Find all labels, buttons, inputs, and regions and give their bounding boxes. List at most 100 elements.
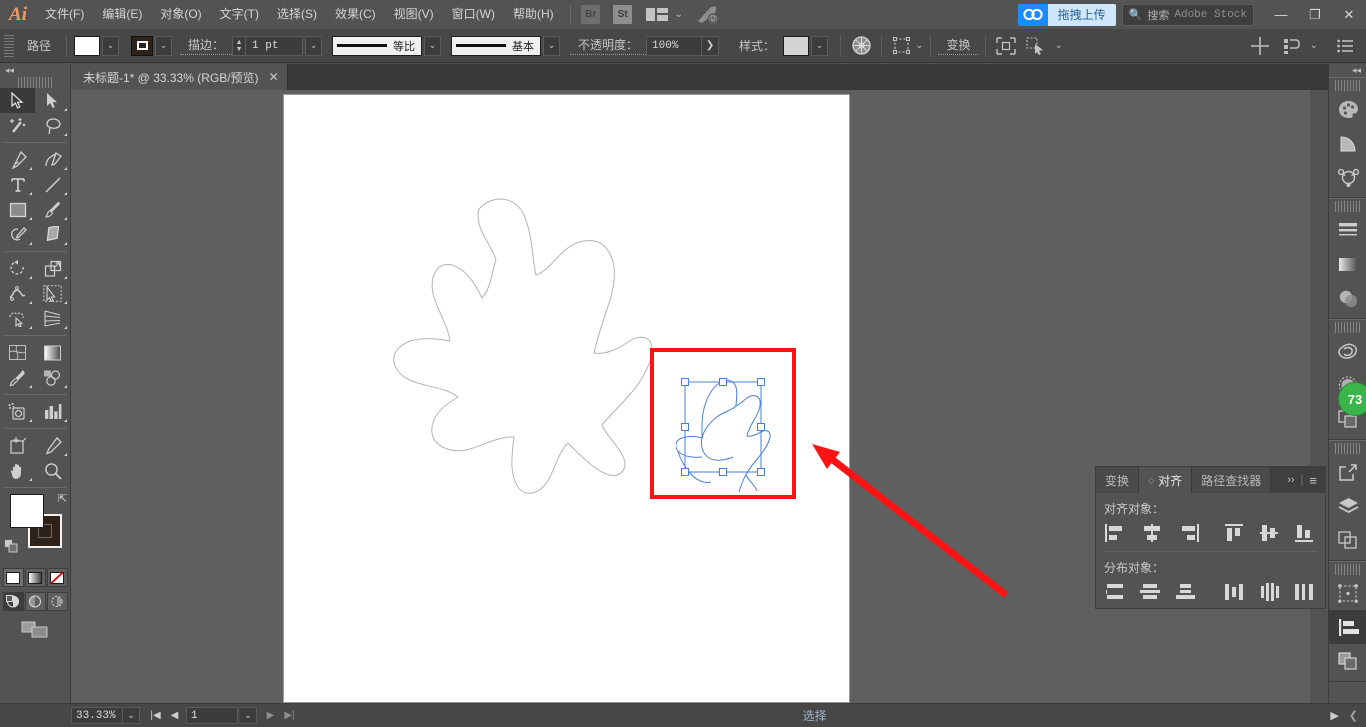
artboard[interactable] (283, 94, 850, 703)
workspace-chevron-down-icon[interactable]: ⌄ (675, 9, 683, 20)
graphic-style-control[interactable]: ⌄ (783, 35, 829, 56)
distribute-horizontal-left-button[interactable] (1216, 580, 1251, 604)
recolor-chevron-down-icon[interactable]: ⌄ (1054, 40, 1062, 51)
stroke-weight-label[interactable]: 描边： (180, 36, 233, 55)
prev-artboard-button[interactable]: ◀ (165, 706, 184, 725)
menu-select[interactable]: 选择(S) (268, 0, 326, 29)
line-segment-tool[interactable] (35, 172, 70, 197)
selection-tool[interactable] (0, 88, 35, 113)
tab-transform[interactable]: 变换 (1096, 467, 1140, 493)
dock-group-grip-3[interactable] (1334, 322, 1361, 333)
creative-cloud-icon[interactable] (1017, 3, 1048, 26)
stroke-swatch[interactable] (131, 35, 154, 56)
status-message-area[interactable]: 选择 (299, 707, 1330, 724)
fill-swatch[interactable] (74, 35, 101, 56)
brush-chevron-down-icon[interactable]: ⌄ (543, 35, 561, 56)
distribute-vertical-center-button[interactable] (1135, 580, 1170, 604)
swap-fill-stroke-icon[interactable]: ⇱ (58, 492, 67, 505)
opacity-flyout-arrow-icon[interactable]: ❯ (702, 35, 720, 56)
blend-tool[interactable] (35, 365, 70, 390)
dock-group-grip-2[interactable] (1334, 201, 1361, 212)
expand-panel-icon[interactable]: ›› (1287, 474, 1294, 486)
control-bar-grip[interactable] (4, 34, 14, 57)
opacity-mask-icon[interactable] (848, 34, 874, 58)
draw-inside-button[interactable] (46, 592, 68, 611)
stroke-weight-chevron-down-icon[interactable]: ⌄ (305, 35, 323, 56)
menu-edit[interactable]: 编辑(E) (93, 0, 151, 29)
rotate-tool[interactable] (0, 256, 35, 281)
scale-tool[interactable] (35, 256, 70, 281)
align-right-button[interactable] (1170, 521, 1205, 545)
paintbrush-tool[interactable] (35, 197, 70, 222)
color-mode-button[interactable] (2, 568, 24, 587)
distribute-chevron-down-icon[interactable]: ⌄ (1310, 40, 1318, 51)
align-center-icon[interactable] (1247, 34, 1273, 58)
stroke-weight-value[interactable]: 1 pt (245, 35, 304, 56)
mesh-tool[interactable] (0, 340, 35, 365)
close-icon[interactable]: ✕ (269, 70, 279, 84)
pen-tool[interactable] (0, 147, 35, 172)
perspective-grid-tool[interactable] (35, 306, 70, 331)
last-artboard-button[interactable]: ▶| (280, 706, 299, 725)
tools-panel-grip[interactable] (18, 77, 52, 88)
color-guide-panel-icon[interactable] (1329, 126, 1366, 160)
artboard-chevron-down-icon[interactable]: ⌄ (240, 707, 257, 724)
menu-file[interactable]: 文件(F) (36, 0, 93, 29)
rocket-icon[interactable] (695, 0, 721, 29)
gradient-panel-icon[interactable] (1329, 247, 1366, 281)
symbol-sprayer-tool[interactable] (0, 399, 35, 424)
select-similar-icon[interactable] (889, 34, 915, 58)
lasso-tool[interactable] (35, 113, 70, 138)
minimize-button[interactable]: — (1264, 0, 1298, 29)
recolor-artwork-icon[interactable] (1023, 34, 1049, 58)
tab-pathfinder[interactable]: 路径查找器 (1192, 467, 1272, 493)
style-swatch[interactable] (783, 35, 810, 56)
dock-group-grip-5[interactable] (1334, 564, 1361, 575)
menu-view[interactable]: 视图(V) (385, 0, 443, 29)
upload-button[interactable]: 拖拽上传 (1047, 3, 1116, 26)
artboard-tool[interactable] (0, 433, 35, 458)
stock-launch-icon[interactable]: St (610, 0, 636, 29)
links-panel-icon[interactable] (1329, 455, 1366, 489)
eraser-tool[interactable] (35, 222, 70, 247)
draw-behind-button[interactable] (24, 592, 46, 611)
opacity-control[interactable]: 100% ❯ (646, 35, 720, 56)
variable-width-profile-control[interactable]: 等比 ⌄ (332, 35, 442, 56)
free-transform-tool[interactable] (35, 281, 70, 306)
stroke-weight-control[interactable]: ▲ ▼ 1 pt ⌄ (232, 35, 323, 56)
transform-panel-icon[interactable] (1329, 576, 1366, 610)
align-left-button[interactable] (1100, 521, 1135, 545)
status-collapse-icon[interactable]: ❮ (1349, 709, 1358, 722)
distribute-horizontal-right-button[interactable] (1286, 580, 1321, 604)
direct-selection-tool[interactable] (35, 88, 70, 113)
canvas-area[interactable] (71, 90, 1310, 703)
close-button[interactable]: ✕ (1332, 0, 1366, 29)
zoom-chevron-down-icon[interactable]: ⌄ (123, 707, 140, 724)
gradient-tool[interactable] (35, 340, 70, 365)
dock-collapse-button[interactable]: ◂◂ (1329, 64, 1366, 77)
menu-object[interactable]: 对象(O) (151, 0, 210, 29)
fill-color-swatch[interactable] (10, 494, 44, 528)
eyedropper-tool[interactable] (0, 365, 35, 390)
distribute-vertical-bottom-button[interactable] (1170, 580, 1205, 604)
align-panel-icon[interactable] (1329, 610, 1366, 644)
first-artboard-button[interactable]: |◀ (146, 706, 165, 725)
dock-group-grip[interactable] (1334, 80, 1361, 91)
opacity-label[interactable]: 不透明度： (570, 36, 647, 55)
stroke-weight-stepper[interactable]: ▲ ▼ (232, 35, 246, 56)
brush-definition-box[interactable]: 基本 (451, 35, 542, 56)
menu-help[interactable]: 帮助(H) (504, 0, 563, 29)
change-screen-mode-button[interactable] (0, 621, 70, 638)
stroke-dropdown-chevron-down-icon[interactable]: ⌄ (155, 35, 173, 56)
rectangle-tool[interactable] (0, 197, 35, 222)
stock-search-input[interactable]: 🔍 搜索 Adobe Stock (1121, 3, 1254, 26)
distribute-horizontal-center-button[interactable] (1251, 580, 1286, 604)
transform-label[interactable]: 变换 (938, 36, 979, 55)
next-artboard-button[interactable]: ▶ (261, 706, 280, 725)
transparency-panel-icon[interactable] (1329, 281, 1366, 315)
shape-builder-tool[interactable] (0, 306, 35, 331)
color-panel-icon[interactable] (1329, 92, 1366, 126)
pathfinder-panel-icon[interactable] (1329, 644, 1366, 678)
panel-options-icon[interactable] (1332, 34, 1358, 58)
opacity-value[interactable]: 100% (646, 35, 703, 56)
